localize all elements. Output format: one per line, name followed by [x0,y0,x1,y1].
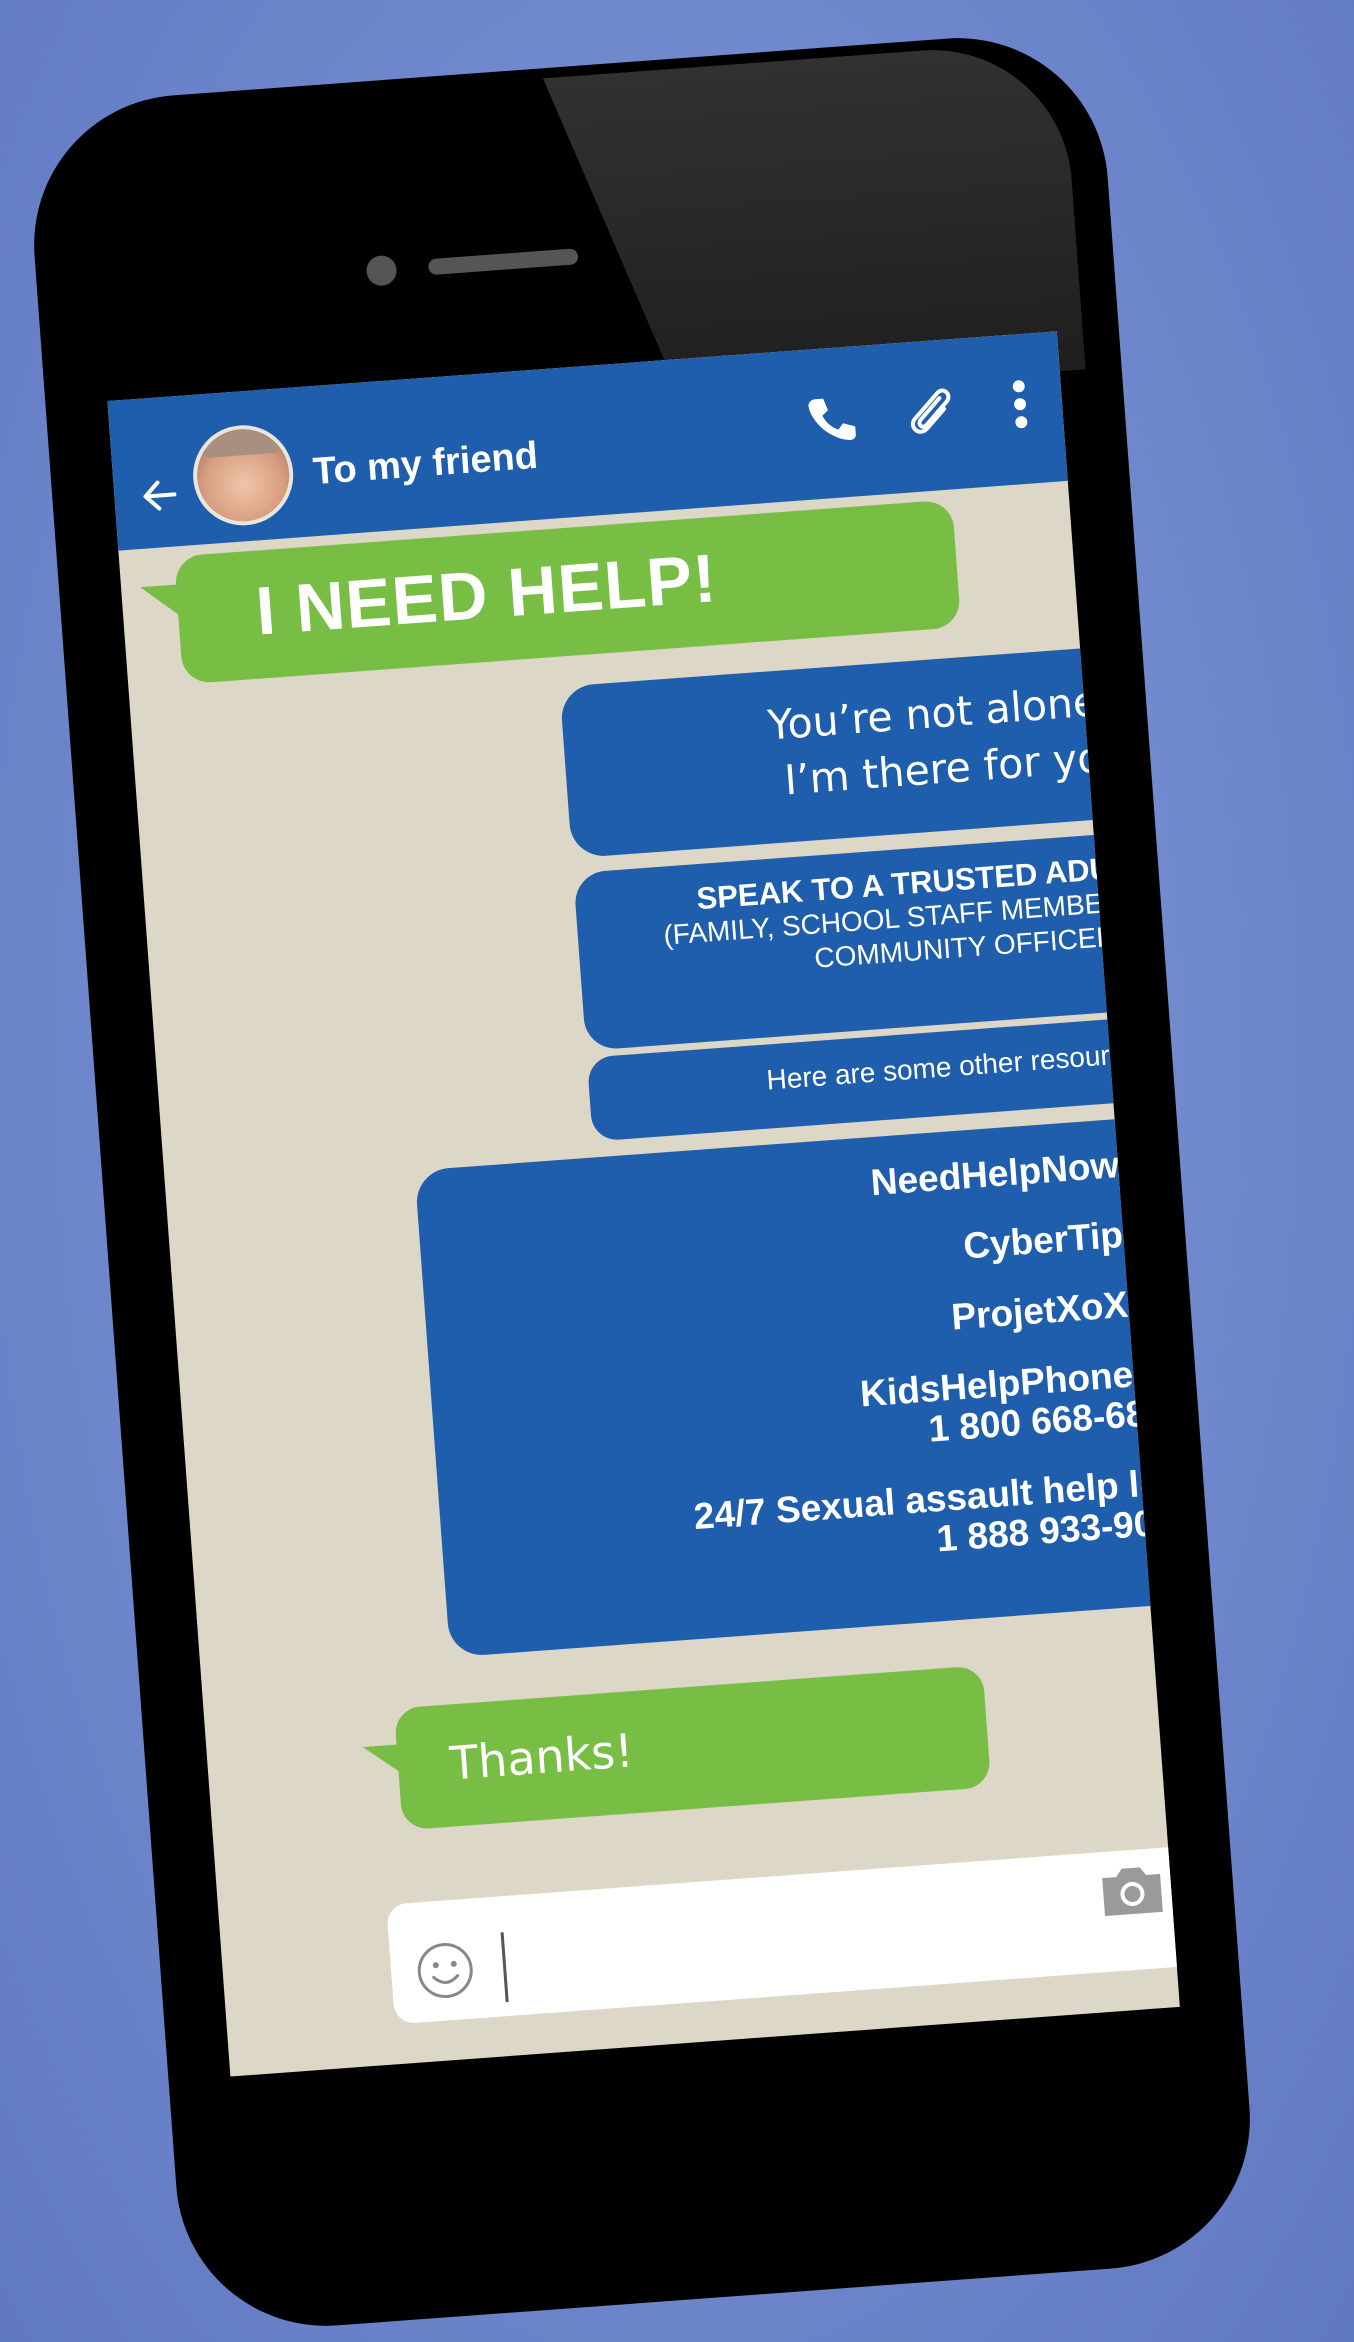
paperclip-icon[interactable] [898,379,962,443]
resources-message: NeedHelpNow.ca CyberTip.ca ProjetXoX.ca … [414,1109,1180,1658]
contact-name[interactable]: To my friend [312,435,540,494]
avatar[interactable] [189,421,297,529]
smiley-icon[interactable] [413,1938,477,2002]
received-message: SPEAK TO A TRUSTED ADULT (FAMILY, SCHOOL… [573,828,1180,1051]
message-input[interactable] [386,1843,1180,2025]
sent-message: Thanks! [394,1665,992,1831]
avatar-hair [201,426,280,459]
message-text: I NEED HELP! [253,540,720,650]
message-text: Here are some other resources: [765,1035,1162,1096]
earpiece-speaker [427,248,579,276]
bubble-tail [140,583,204,637]
bubble-tail [1157,825,1180,882]
more-vertical-icon[interactable] [988,372,1052,436]
chat-screen: To my friend I NEED HELP! You’re not alo… [107,331,1180,2077]
bubble-tail [1143,639,1180,696]
camera-icon[interactable] [1095,1860,1169,1921]
message-text: Thanks! [448,1723,636,1791]
phone-icon[interactable] [798,386,862,450]
back-arrow-icon[interactable] [137,472,184,519]
received-message: You’re not alone... I’m there for you. [559,639,1180,859]
bubble-tail [1170,1010,1180,1067]
text-cursor [500,1932,509,2003]
bubble-tail [363,1743,422,1791]
bubble-tail [1178,1109,1180,1166]
front-camera [365,254,398,287]
phone-device: To my friend I NEED HELP! You’re not alo… [23,27,1261,2337]
